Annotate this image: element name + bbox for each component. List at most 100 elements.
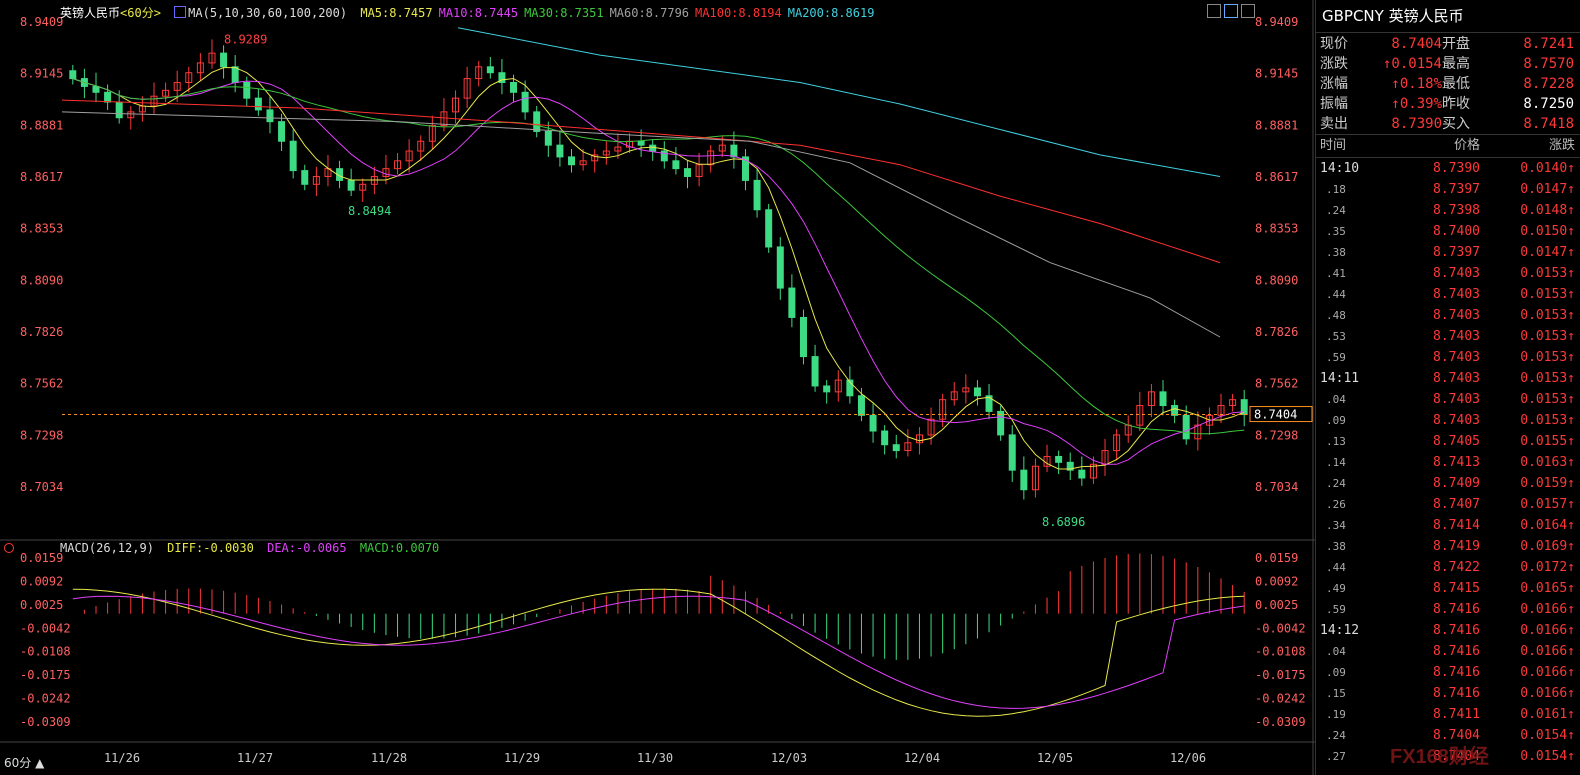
quote-label: 最低	[1442, 76, 1470, 92]
tick-row[interactable]: .34 8.7414 0.0164↑	[1316, 515, 1580, 536]
tick-row[interactable]: .24 8.7398 0.0148↑	[1316, 200, 1580, 221]
tick-change: 0.0153↑	[1520, 371, 1575, 386]
candle-body	[776, 246, 784, 289]
price-axis-left: 8.7298	[20, 428, 63, 442]
tick-row[interactable]: 14:11 8.7403 0.0153↑	[1316, 368, 1580, 389]
candle-body	[672, 160, 680, 170]
tick-change: 0.0153↑	[1520, 413, 1575, 428]
date-label: 12/05	[1037, 751, 1073, 765]
quote-panel: GBPCNY 英镑人民币 现价 8.7404 开盘 8.7241 涨跌 ↑0.0154 最高…	[1315, 0, 1580, 775]
tick-row[interactable]: .14 8.7413 0.0163↑	[1316, 452, 1580, 473]
candle-body	[289, 140, 297, 172]
period-selector[interactable]: 60分 ▲	[4, 754, 44, 771]
candle-body	[533, 111, 541, 132]
date-label: 11/26	[104, 751, 140, 765]
price-axis-right: 8.7826	[1255, 325, 1298, 339]
price-axis-right: 8.7562	[1255, 377, 1298, 391]
tick-row[interactable]: .38 8.7397 0.0147↑	[1316, 242, 1580, 263]
tick-row[interactable]: .09 8.7416 0.0166↑	[1316, 662, 1580, 683]
macd-axis-left: -0.0175	[20, 668, 71, 682]
kline-chart[interactable]: 8.9409 8.9409 8.9145 8.9145 8.8881 8.8881 8.86…	[0, 0, 1315, 775]
tick-row[interactable]: .59 8.7416 0.0166↑	[1316, 599, 1580, 620]
tick-row[interactable]: .59 8.7403 0.0153↑	[1316, 347, 1580, 368]
quote-value: 8.7228	[1523, 76, 1574, 92]
tick-row[interactable]: .15 8.7416 0.0166↑	[1316, 683, 1580, 704]
tick-row[interactable]: .18 8.7397 0.0147↑	[1316, 179, 1580, 200]
tick-time: .53	[1326, 330, 1346, 343]
tick-price: 8.7403	[1433, 371, 1480, 386]
tick-row[interactable]: .19 8.7411 0.0161↑	[1316, 704, 1580, 725]
tick-row[interactable]: .48 8.7403 0.0153↑	[1316, 305, 1580, 326]
price-axis-right: 8.8881	[1255, 118, 1298, 132]
tick-row[interactable]: .26 8.7407 0.0157↑	[1316, 494, 1580, 515]
chart-icon	[174, 6, 187, 18]
tick-row[interactable]: .49 8.7415 0.0165↑	[1316, 578, 1580, 599]
kline-chart-area[interactable]: 8.9409 8.9409 8.9145 8.9145 8.8881 8.8881 8.86…	[0, 0, 1315, 775]
quote-value: 8.7241	[1523, 36, 1574, 52]
tick-row[interactable]: 14:12 8.7416 0.0166↑	[1316, 620, 1580, 641]
ticks-list[interactable]: 14:10 8.7390 0.0140↑ .18 8.7397 0.0147↑ .24 8.7…	[1316, 158, 1580, 767]
ticks-change-header: 涨跌	[1548, 138, 1575, 153]
tick-row[interactable]: .24 8.7409 0.0159↑	[1316, 473, 1580, 494]
tick-change: 0.0164↑	[1520, 518, 1575, 533]
quote-value: 8.7250	[1523, 96, 1574, 112]
macd-axis-left: 0.0159	[20, 551, 63, 565]
quote-label: 最高	[1442, 56, 1470, 72]
tick-time: .48	[1326, 309, 1346, 322]
macd-axis-right: -0.0242	[1255, 692, 1306, 706]
tick-row[interactable]: .44 8.7422 0.0172↑	[1316, 557, 1580, 578]
ma-params: MA(5,10,30,60,100,200)	[188, 6, 348, 20]
ma-value-1: MA10:8.7445	[438, 6, 519, 20]
ma-value-5: MA200:8.8619	[787, 6, 875, 20]
tick-time: .19	[1326, 708, 1346, 721]
price-axis-left: 8.7562	[20, 377, 63, 391]
tick-row[interactable]: .13 8.7405 0.0155↑	[1316, 431, 1580, 452]
tick-price: 8.7403	[1433, 266, 1480, 281]
maximize-icon[interactable]	[1224, 4, 1238, 18]
candle-body	[556, 144, 564, 158]
tick-change: 0.0159↑	[1520, 476, 1575, 491]
low1-annotation: 8.8494	[348, 204, 391, 218]
period-label[interactable]: <60分>	[120, 6, 161, 20]
tick-row[interactable]: .35 8.7400 0.0150↑	[1316, 221, 1580, 242]
tick-change: 0.0166↑	[1520, 665, 1575, 680]
tick-row[interactable]: .09 8.7403 0.0153↑	[1316, 410, 1580, 431]
tick-change: 0.0153↑	[1520, 350, 1575, 365]
tick-row[interactable]: .44 8.7403 0.0153↑	[1316, 284, 1580, 305]
tick-row[interactable]: .38 8.7419 0.0169↑	[1316, 536, 1580, 557]
tick-price: 8.7397	[1433, 245, 1480, 260]
tick-price: 8.7403	[1433, 350, 1480, 365]
tick-change: 0.0153↑	[1520, 392, 1575, 407]
tick-row[interactable]: .41 8.7403 0.0153↑	[1316, 263, 1580, 284]
candle-body	[243, 81, 251, 99]
close-icon[interactable]	[1241, 4, 1255, 18]
tick-change: 0.0148↑	[1520, 203, 1575, 218]
settings-icon[interactable]	[4, 543, 14, 553]
tick-price: 8.7390	[1433, 161, 1480, 176]
low2-annotation: 8.6896	[1042, 515, 1085, 529]
date-label: 12/06	[1170, 751, 1206, 765]
candle-body	[1182, 414, 1190, 440]
tick-price: 8.7422	[1433, 560, 1480, 575]
tick-price: 8.7416	[1433, 644, 1480, 659]
candle-body	[1159, 391, 1167, 407]
tick-price: 8.7416	[1433, 602, 1480, 617]
tick-change: 0.0166↑	[1520, 644, 1575, 659]
tick-time: .24	[1326, 204, 1346, 217]
tick-time: .09	[1326, 414, 1346, 427]
tick-change: 0.0153↑	[1520, 329, 1575, 344]
restore-icon[interactable]	[1207, 4, 1221, 18]
price-axis-left: 8.9145	[20, 67, 63, 81]
tick-row[interactable]: .04 8.7403 0.0153↑	[1316, 389, 1580, 410]
ticks-time-header: 时间	[1320, 138, 1347, 153]
macd-axis-right: 0.0159	[1255, 551, 1298, 565]
tick-row[interactable]: 14:10 8.7390 0.0140↑	[1316, 158, 1580, 179]
tick-time: .14	[1326, 456, 1346, 469]
tick-row[interactable]: .53 8.7403 0.0153↑	[1316, 326, 1580, 347]
date-label: 12/04	[904, 751, 940, 765]
tick-row[interactable]: .04 8.7416 0.0166↑	[1316, 641, 1580, 662]
tick-price: 8.7403	[1433, 329, 1480, 344]
tick-change: 0.0153↑	[1520, 266, 1575, 281]
price-axis-left: 8.7034	[20, 480, 63, 494]
ma100-line	[61, 99, 1221, 264]
